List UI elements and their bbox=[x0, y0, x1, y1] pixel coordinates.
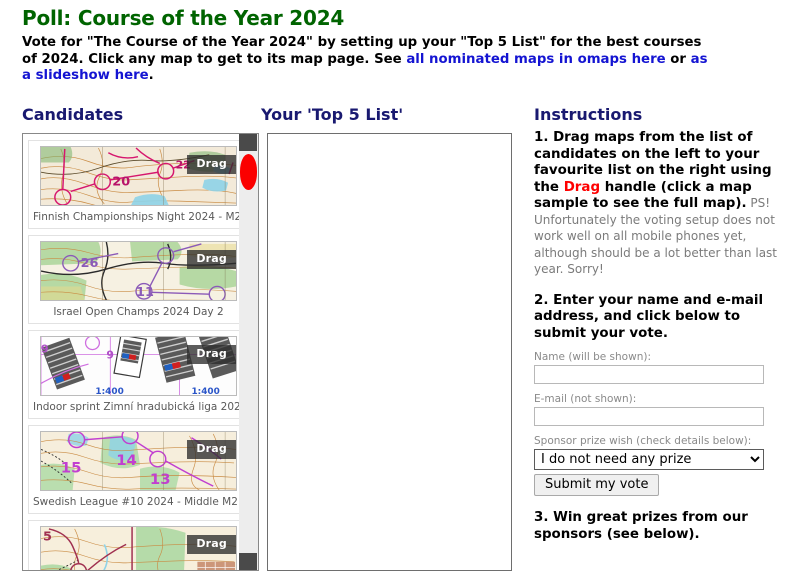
page-root: Poll: Course of the Year 2024 Vote for "… bbox=[0, 0, 800, 573]
svg-text:9: 9 bbox=[106, 348, 114, 361]
link-all-nominated-maps[interactable]: all nominated maps in omaps here bbox=[406, 52, 665, 67]
email-input[interactable] bbox=[534, 407, 764, 426]
step1-drag-accent: Drag bbox=[563, 179, 601, 195]
candidates-scrollbar[interactable] bbox=[239, 133, 259, 571]
drag-handle[interactable]: Drag bbox=[187, 345, 236, 364]
submit-vote-button[interactable]: Submit my vote bbox=[534, 474, 660, 496]
intro-text-end: . bbox=[148, 68, 154, 83]
instruction-step-1: 1. Drag maps from the list of candidates… bbox=[534, 130, 782, 279]
candidate-label: Swedish League #10 2024 - Middle M21 bbox=[33, 496, 244, 508]
email-field-label: E-mail (not shown): bbox=[534, 393, 637, 405]
svg-text:1:400: 1:400 bbox=[191, 387, 219, 395]
svg-text:15: 15 bbox=[61, 460, 82, 477]
top5-heading: Your 'Top 5 List' bbox=[261, 105, 404, 124]
candidate-card[interactable]: 5 Drag bbox=[28, 520, 249, 570]
svg-text:1:400: 1:400 bbox=[95, 387, 123, 395]
instructions-panel: 1. Drag maps from the list of candidates… bbox=[534, 130, 782, 543]
svg-text:5: 5 bbox=[43, 529, 52, 544]
map-thumbnail[interactable]: 5 Drag bbox=[40, 526, 237, 570]
candidate-label: Finnish Championships Night 2024 - M21 bbox=[33, 211, 244, 223]
intro-text-or: or bbox=[665, 51, 691, 67]
scrollbar-thumb[interactable] bbox=[240, 154, 257, 190]
scroll-up-icon[interactable] bbox=[239, 134, 257, 151]
name-field-label: Name (will be shown): bbox=[534, 351, 651, 363]
prize-select[interactable]: I do not need any prize bbox=[534, 449, 764, 470]
top5-dropzone[interactable] bbox=[267, 133, 512, 571]
name-input[interactable] bbox=[534, 365, 764, 384]
instructions-heading: Instructions bbox=[534, 105, 643, 124]
candidate-label: Israel Open Champs 2024 Day 2 bbox=[53, 306, 224, 318]
drag-handle[interactable]: Drag bbox=[187, 535, 236, 554]
candidates-heading: Candidates bbox=[22, 105, 124, 124]
drag-handle[interactable]: Drag bbox=[187, 155, 236, 174]
candidate-card[interactable]: 9 9 1:400 1:400 Drag Indoor sprint Zimní… bbox=[28, 330, 249, 419]
prize-select-label: Sponsor prize wish (check details below)… bbox=[534, 435, 752, 447]
svg-text:13: 13 bbox=[150, 471, 171, 488]
instruction-step-2: 2. Enter your name and e-mail address, a… bbox=[534, 292, 764, 341]
svg-text:9: 9 bbox=[41, 343, 49, 356]
candidates-inner: 20 22 Drag Finnish Championships Night 2… bbox=[23, 134, 254, 570]
map-thumbnail[interactable]: 20 22 Drag bbox=[40, 146, 237, 206]
candidate-label: Indoor sprint Zimní hradubická liga 2024 bbox=[33, 401, 244, 413]
svg-text:26: 26 bbox=[81, 255, 99, 270]
page-title: Poll: Course of the Year 2024 bbox=[22, 6, 345, 30]
map-thumbnail[interactable]: 15 14 13 Drag bbox=[40, 431, 237, 491]
svg-text:20: 20 bbox=[112, 174, 130, 189]
instruction-step-3: 3. Win great prizes from our sponsors (s… bbox=[534, 510, 748, 542]
svg-text:11: 11 bbox=[136, 284, 154, 299]
candidate-card[interactable]: 15 14 13 Drag Swedish League #10 2024 - … bbox=[28, 425, 249, 514]
candidates-list[interactable]: 20 22 Drag Finnish Championships Night 2… bbox=[22, 133, 254, 571]
scroll-down-icon[interactable] bbox=[239, 553, 257, 570]
intro-paragraph: Vote for "The Course of the Year 2024" b… bbox=[22, 35, 712, 85]
candidate-card[interactable]: 26 11 Drag Israel Open Champs 2024 Day 2 bbox=[28, 235, 249, 324]
page-header: Poll: Course of the Year 2024 Vote for "… bbox=[0, 0, 800, 85]
drag-handle[interactable]: Drag bbox=[187, 440, 236, 459]
map-thumbnail[interactable]: 9 9 1:400 1:400 Drag bbox=[40, 336, 237, 396]
candidate-card[interactable]: 20 22 Drag Finnish Championships Night 2… bbox=[28, 140, 249, 229]
map-thumbnail[interactable]: 26 11 Drag bbox=[40, 241, 237, 301]
svg-text:14: 14 bbox=[116, 452, 137, 469]
drag-handle[interactable]: Drag bbox=[187, 250, 236, 269]
